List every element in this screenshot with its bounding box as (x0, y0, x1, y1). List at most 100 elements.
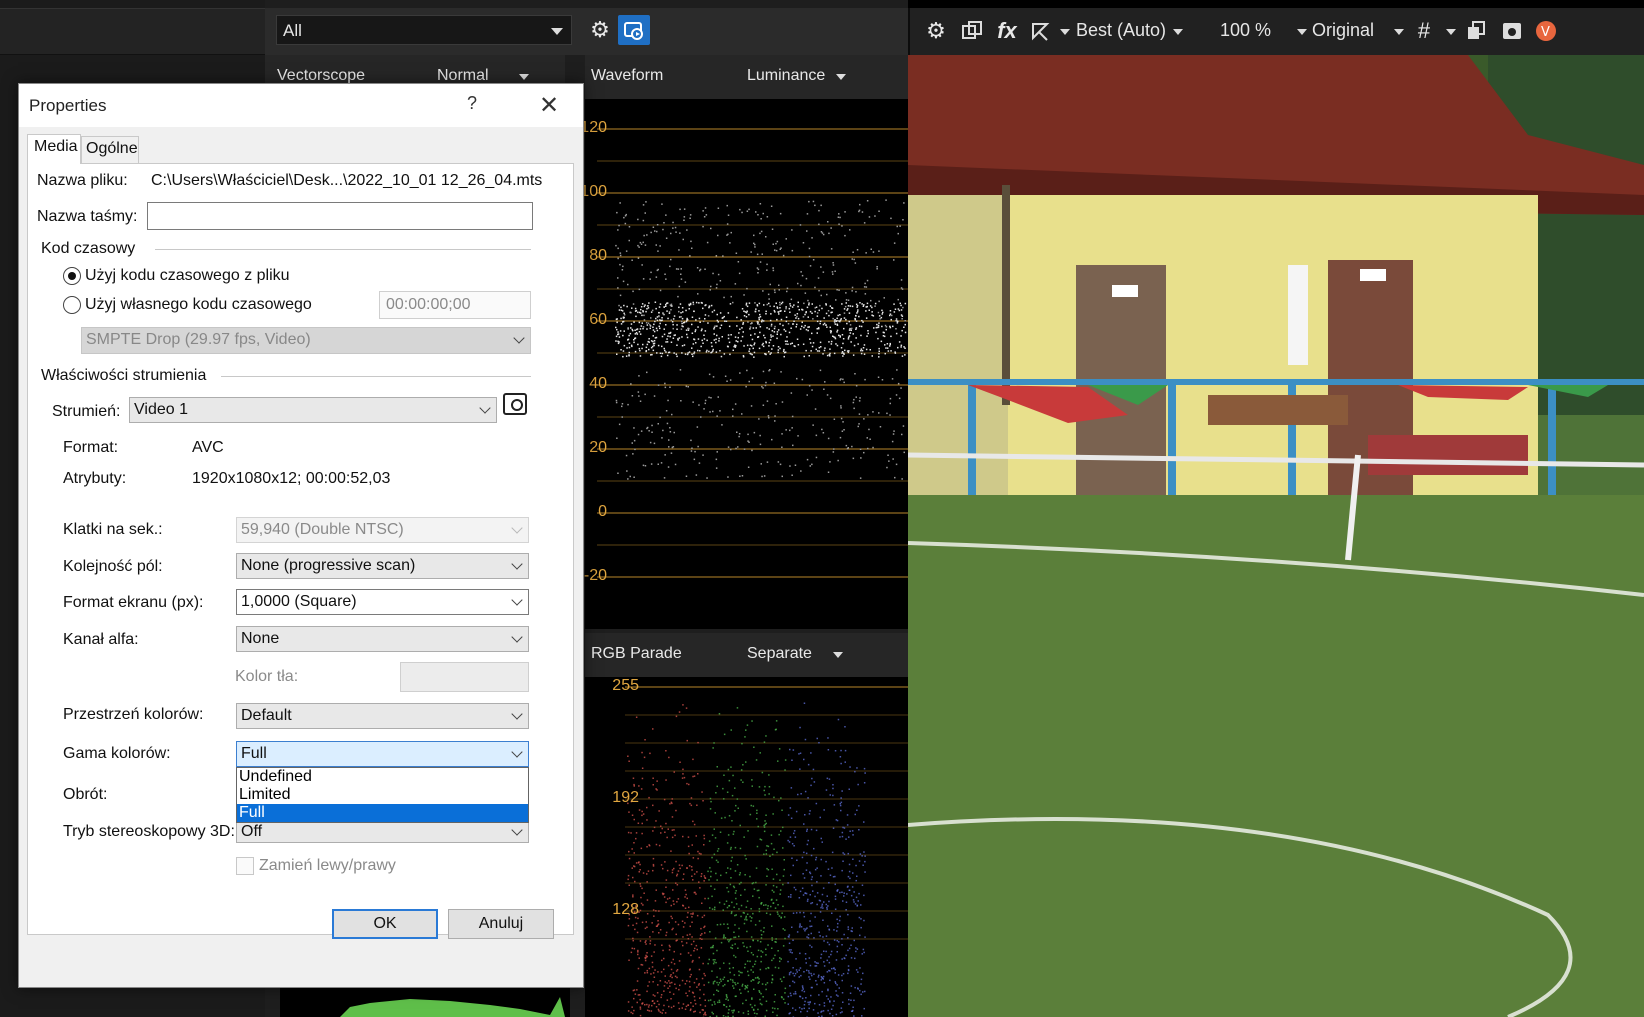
file-name-label: Nazwa pliku: (37, 172, 128, 189)
chevron-down-icon (511, 708, 523, 720)
pixel-aspect-value: 1,0000 (Square) (241, 593, 357, 610)
chevron-down-icon (511, 558, 523, 570)
preview-zoom[interactable]: 100 % (1220, 20, 1271, 41)
stream-select[interactable]: Video 1 (129, 397, 497, 423)
preview-view[interactable]: Original (1312, 20, 1374, 41)
chevron-down-icon[interactable] (1446, 29, 1456, 35)
color-space-select[interactable]: Default (236, 703, 529, 729)
alpha-select[interactable]: None (236, 626, 529, 652)
group-divider (221, 376, 531, 377)
color-range-option-selected[interactable]: Full (237, 804, 528, 822)
color-range-label: Gama kolorów: (63, 745, 171, 762)
timecode-value: 00:00:00;00 (386, 296, 471, 313)
attributes-value: 1920x1080x12; 00:00:52,03 (192, 470, 391, 487)
fps-label: Klatki na sek.: (63, 521, 163, 538)
vegas-logo-icon[interactable]: V (1532, 16, 1560, 46)
fps-select: 59,940 (Double NTSC) (236, 517, 529, 543)
video-preview (908, 55, 1644, 1017)
rgb-parade-scope (585, 677, 908, 1017)
tab-general[interactable]: Ogólne (81, 136, 139, 163)
group-divider (155, 249, 531, 250)
stream-value: Video 1 (134, 401, 188, 418)
chevron-down-icon[interactable] (1297, 29, 1307, 35)
color-range-value: Full (241, 745, 267, 762)
scope-update-icon[interactable] (618, 15, 650, 45)
cancel-button[interactable]: Anuluj (448, 909, 554, 939)
scope-filter-value: All (283, 21, 302, 40)
preview-quality[interactable]: Best (Auto) (1076, 20, 1166, 41)
waveform-title: Waveform (591, 67, 664, 84)
gear-icon[interactable]: ⚙ (584, 15, 616, 45)
histogram-scope (280, 985, 570, 1017)
tab-media[interactable]: Media (27, 134, 81, 164)
grid-icon[interactable]: # (1410, 16, 1438, 46)
rgb-parade-title: RGB Parade (591, 645, 682, 662)
gear-icon[interactable]: ⚙ (922, 16, 950, 46)
timecode-input: 00:00:00;00 (379, 291, 531, 319)
stereo-value: Off (241, 823, 263, 840)
swap-label: Zamień lewy/prawy (259, 857, 396, 874)
chevron-down-icon[interactable] (833, 652, 843, 658)
chevron-down-icon[interactable] (519, 74, 529, 80)
pixel-aspect-label: Format ekranu (px): (63, 594, 204, 611)
timecode-from-file-label[interactable]: Użyj kodu czasowego z pliku (85, 267, 290, 285)
ok-button[interactable]: OK (332, 909, 438, 939)
properties-dialog: Properties ? ✕ Media Ogólne Nazwa pliku:… (18, 83, 584, 988)
color-range-dropdown: Undefined Limited Full (236, 767, 529, 823)
color-range-option[interactable]: Limited (237, 786, 528, 804)
rgb-parade-channel (787, 702, 866, 1017)
rgb-parade-plot (625, 686, 908, 1017)
chevron-down-icon (511, 631, 523, 643)
chevron-down-icon (511, 594, 523, 606)
fps-value: 59,940 (Double NTSC) (241, 521, 404, 538)
rgb-parade-tick-label: 255 (612, 677, 639, 694)
overlay-icon[interactable] (1026, 16, 1054, 46)
color-range-select[interactable]: Full (236, 741, 529, 767)
waveform-plot (597, 128, 908, 578)
timecode-from-file-radio[interactable] (63, 267, 81, 285)
rgb-parade-tick-label: 128 (612, 901, 639, 918)
color-range-option[interactable]: Undefined (237, 768, 528, 786)
left-panel-header (0, 8, 265, 55)
field-order-label: Kolejność pól: (63, 558, 163, 575)
svg-text:V: V (1541, 25, 1550, 40)
save-stream-icon[interactable] (503, 393, 527, 415)
chevron-down-icon[interactable] (1394, 29, 1404, 35)
chevron-down-icon[interactable] (1173, 29, 1183, 35)
pixel-aspect-select[interactable]: 1,0000 (Square) (236, 589, 529, 615)
rgb-parade-mode[interactable]: Separate (747, 645, 812, 663)
chevron-down-icon (511, 824, 523, 836)
chevron-down-icon[interactable] (836, 74, 846, 80)
format-value: AVC (192, 439, 224, 456)
waveform-trace (615, 199, 907, 480)
chevron-down-icon[interactable] (1060, 29, 1070, 35)
tape-name-label: Nazwa taśmy: (37, 208, 138, 225)
color-space-label: Przestrzeń kolorów: (63, 706, 204, 723)
tab-media-label: Media (34, 138, 78, 155)
rotation-label: Obrót: (63, 786, 108, 803)
timecode-custom-label[interactable]: Użyj własnego kodu czasowego (85, 296, 312, 314)
field-order-select[interactable]: None (progressive scan) (236, 553, 529, 579)
chevron-down-icon (513, 332, 525, 344)
copy-frame-icon[interactable] (1462, 16, 1490, 46)
field-order-value: None (progressive scan) (241, 557, 416, 574)
tape-name-input[interactable] (147, 202, 533, 230)
attributes-label: Atrybuty: (63, 470, 127, 487)
save-snapshot-icon[interactable] (1498, 16, 1526, 46)
timecode-custom-radio[interactable] (63, 296, 81, 314)
fx-icon[interactable]: fx (992, 16, 1022, 46)
scope-filter-select[interactable]: All (276, 15, 572, 45)
alpha-label: Kanał alfa: (63, 631, 139, 648)
alpha-value: None (241, 630, 280, 647)
close-icon[interactable]: ✕ (539, 91, 559, 120)
tab-general-label: Ogólne (86, 140, 138, 157)
waveform-mode[interactable]: Luminance (747, 67, 825, 85)
chevron-down-icon (511, 746, 523, 758)
stereo-select[interactable]: Off (236, 821, 529, 843)
dialog-titlebar: Properties ? ✕ (19, 84, 583, 127)
file-name-value: C:\Users\Właściciel\Desk...\2022_10_01 1… (151, 172, 543, 189)
split-screen-icon[interactable] (958, 16, 986, 46)
help-button[interactable]: ? (467, 93, 477, 114)
bg-color-label: Kolor tła: (235, 668, 299, 685)
waveform-scope (585, 99, 908, 629)
